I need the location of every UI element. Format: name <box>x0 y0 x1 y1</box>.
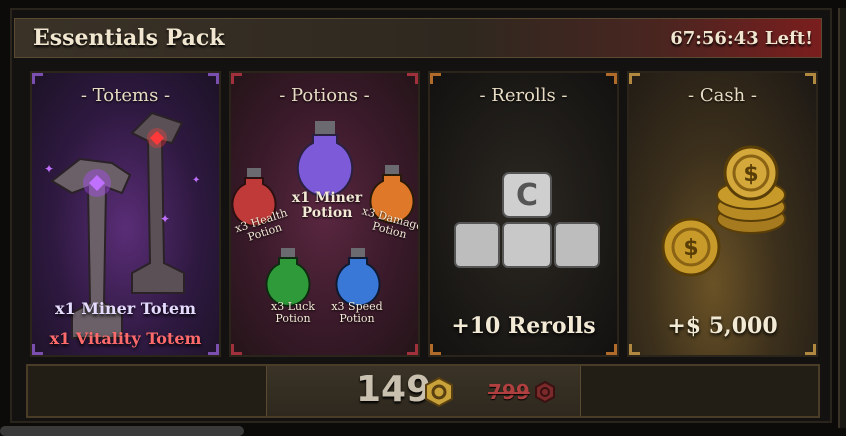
svg-text:$: $ <box>743 162 758 187</box>
totems-card: ✦ ✦ ✦ - Totems - x1 Miner Totem x1 Vital… <box>30 71 221 357</box>
next-panel-edge <box>838 8 846 428</box>
totems-title: - Totems - <box>80 85 171 106</box>
svg-text:✦: ✦ <box>192 175 200 186</box>
svg-text:$: $ <box>683 236 698 261</box>
svg-text:✦: ✦ <box>160 212 170 226</box>
robux-icon-faded <box>535 381 555 403</box>
svg-text:✦: ✦ <box>44 162 54 176</box>
totem-item-miner: x1 Miner Totem <box>54 299 197 318</box>
rerolls-title: - Rerolls - <box>479 85 568 106</box>
cash-amount: +$ 5,000 <box>667 313 778 339</box>
rerolls-amount: +10 Rerolls <box>451 313 596 339</box>
potion-luck-line2: Potion <box>275 311 311 325</box>
cash-card: $ $ - Cash - +$ 5,000 <box>627 71 818 357</box>
pack-timer: 67:56:43 Left! <box>670 28 813 49</box>
original-price: 799 <box>488 380 530 404</box>
potion-speed-line1: x3 Speed <box>331 300 383 313</box>
robux-icon <box>425 377 453 407</box>
svg-text:C: C <box>516 178 538 213</box>
horizontal-scrollbar[interactable] <box>0 426 244 436</box>
potions-title: - Potions - <box>279 85 370 106</box>
price-value: 149 <box>356 369 432 410</box>
potion-luck-line1: x3 Luck <box>271 300 315 313</box>
potions-card: - Potions - x1 Miner Potion x3 Health Po… <box>229 71 420 357</box>
potion-speed-line2: Potion <box>339 311 375 325</box>
cash-title: - Cash - <box>688 85 757 106</box>
rerolls-card: C - Rerolls - +10 Rerolls <box>428 71 619 357</box>
pack-title: Essentials Pack <box>33 25 225 51</box>
totem-item-vitality: x1 Vitality Totem <box>49 329 202 348</box>
pack-header: Essentials Pack 67:56:43 Left! <box>14 18 822 58</box>
